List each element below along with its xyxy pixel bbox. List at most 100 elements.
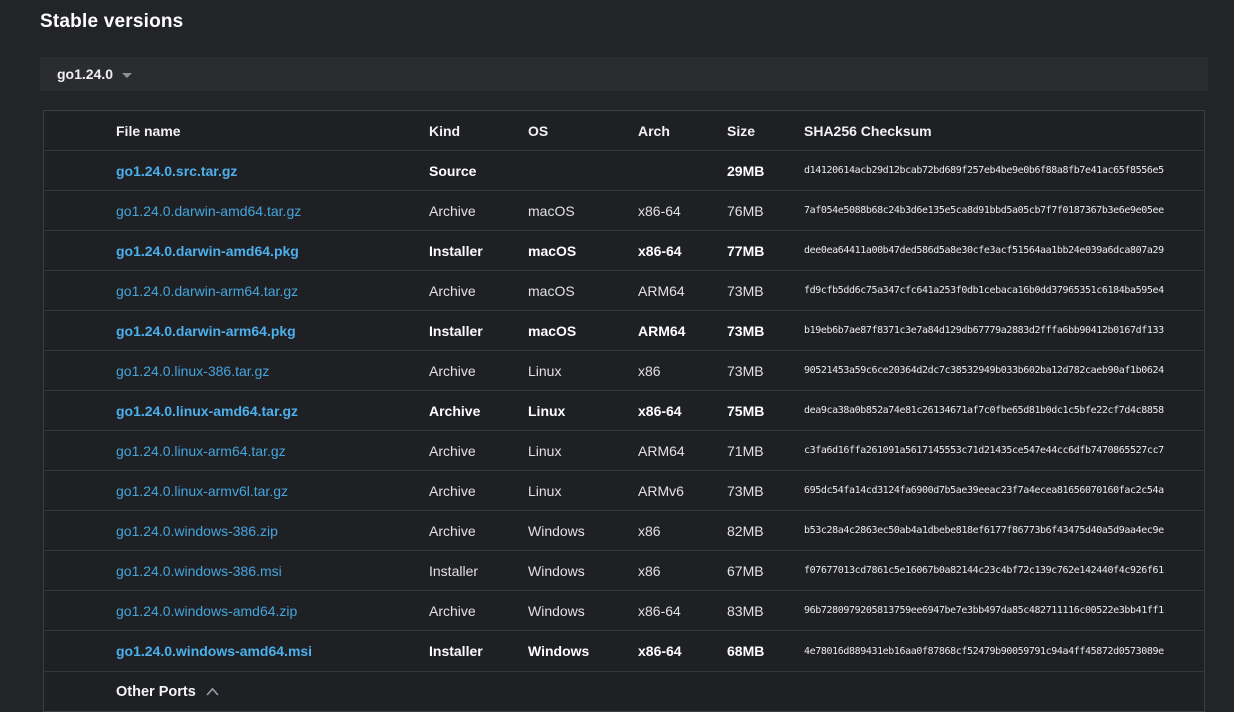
- col-header-size: Size: [727, 123, 804, 139]
- arch-cell: x86: [638, 563, 727, 579]
- file-download-link[interactable]: go1.24.0.darwin-amd64.tar.gz: [116, 203, 301, 219]
- arch-cell: ARM64: [638, 323, 727, 339]
- kind-cell: Archive: [429, 603, 528, 619]
- os-cell: Windows: [528, 643, 638, 659]
- arch-cell: x86-64: [638, 403, 727, 419]
- version-selector-label: go1.24.0: [57, 66, 113, 82]
- size-cell: 73MB: [727, 323, 804, 339]
- file-download-link[interactable]: go1.24.0.src.tar.gz: [116, 163, 237, 179]
- os-cell: Linux: [528, 403, 638, 419]
- os-cell: Windows: [528, 523, 638, 539]
- size-cell: 76MB: [727, 203, 804, 219]
- file-download-link[interactable]: go1.24.0.windows-386.msi: [116, 563, 282, 579]
- sha256-value: b19eb6b7ae87f8371c3e7a84d129db67779a2883…: [804, 325, 1204, 336]
- os-cell: macOS: [528, 323, 638, 339]
- os-cell: Linux: [528, 363, 638, 379]
- sha256-value: 96b7280979205813759ee6947be7e3bb497da85c…: [804, 605, 1204, 616]
- file-download-link[interactable]: go1.24.0.linux-amd64.tar.gz: [116, 403, 298, 419]
- size-cell: 73MB: [727, 283, 804, 299]
- version-selector-toggle[interactable]: go1.24.0: [40, 57, 1208, 91]
- file-download-link[interactable]: go1.24.0.linux-arm64.tar.gz: [116, 443, 286, 459]
- arch-cell: ARMv6: [638, 483, 727, 499]
- col-header-os: OS: [528, 123, 638, 139]
- table-header-row: File name Kind OS Arch Size SHA256 Check…: [44, 111, 1204, 151]
- size-cell: 29MB: [727, 163, 804, 179]
- sha256-value: b53c28a4c2863ec50ab4a1dbebe818ef6177f867…: [804, 525, 1204, 536]
- kind-cell: Installer: [429, 643, 528, 659]
- table-row: go1.24.0.linux-armv6l.tar.gz Archive Lin…: [44, 471, 1204, 511]
- kind-cell: Archive: [429, 443, 528, 459]
- table-row: go1.24.0.linux-amd64.tar.gz Archive Linu…: [44, 391, 1204, 431]
- sha256-value: 4e78016d889431eb16aa0f87868cf52479b90059…: [804, 646, 1204, 657]
- kind-cell: Archive: [429, 403, 528, 419]
- size-cell: 82MB: [727, 523, 804, 539]
- other-ports-label: Other Ports: [116, 684, 196, 700]
- sha256-value: 7af054e5088b68c24b3d6e135e5ca8d91bbd5a05…: [804, 205, 1204, 216]
- file-download-link[interactable]: go1.24.0.windows-amd64.zip: [116, 603, 297, 619]
- sha256-value: dea9ca38a0b852a74e81c26134671af7c0fbe65d…: [804, 405, 1204, 416]
- kind-cell: Source: [429, 163, 528, 179]
- file-download-link[interactable]: go1.24.0.windows-amd64.msi: [116, 643, 312, 659]
- sha256-value: f07677013cd7861c5e16067b0a82144c23c4bf72…: [804, 565, 1204, 576]
- os-cell: Linux: [528, 443, 638, 459]
- table-row: go1.24.0.darwin-amd64.tar.gz Archive mac…: [44, 191, 1204, 231]
- table-row: go1.24.0.darwin-arm64.pkg Installer macO…: [44, 311, 1204, 351]
- col-header-kind: Kind: [429, 123, 528, 139]
- sha256-value: 90521453a59c6ce20364d2dc7c38532949b033b6…: [804, 365, 1204, 376]
- col-header-sha256: SHA256 Checksum: [804, 123, 1204, 139]
- arch-cell: x86-64: [638, 643, 727, 659]
- os-cell: Linux: [528, 483, 638, 499]
- col-header-arch: Arch: [638, 123, 727, 139]
- file-download-link[interactable]: go1.24.0.linux-386.tar.gz: [116, 363, 269, 379]
- file-download-link[interactable]: go1.24.0.darwin-arm64.pkg: [116, 323, 296, 339]
- downloads-table: File name Kind OS Arch Size SHA256 Check…: [43, 110, 1205, 712]
- arch-cell: x86: [638, 363, 727, 379]
- size-cell: 73MB: [727, 483, 804, 499]
- table-row: go1.24.0.windows-amd64.zip Archive Windo…: [44, 591, 1204, 631]
- os-cell: macOS: [528, 243, 638, 259]
- kind-cell: Installer: [429, 563, 528, 579]
- arch-cell: x86-64: [638, 243, 727, 259]
- size-cell: 83MB: [727, 603, 804, 619]
- kind-cell: Installer: [429, 323, 528, 339]
- sha256-value: d14120614acb29d12bcab72bd689f257eb4be9e0…: [804, 165, 1204, 176]
- kind-cell: Installer: [429, 243, 528, 259]
- other-ports-toggle[interactable]: Other Ports: [44, 671, 1204, 711]
- size-cell: 73MB: [727, 363, 804, 379]
- kind-cell: Archive: [429, 283, 528, 299]
- sha256-value: 695dc54fa14cd3124fa6900d7b5ae39eeac23f7a…: [804, 485, 1204, 496]
- col-header-file-name: File name: [116, 123, 429, 139]
- os-cell: macOS: [528, 203, 638, 219]
- file-download-link[interactable]: go1.24.0.darwin-arm64.tar.gz: [116, 283, 298, 299]
- sha256-value: dee0ea64411a00b47ded586d5a8e30cfe3acf515…: [804, 245, 1204, 256]
- table-row: go1.24.0.windows-amd64.msi Installer Win…: [44, 631, 1204, 671]
- os-cell: Windows: [528, 603, 638, 619]
- file-download-link[interactable]: go1.24.0.linux-armv6l.tar.gz: [116, 483, 288, 499]
- table-row: go1.24.0.linux-arm64.tar.gz Archive Linu…: [44, 431, 1204, 471]
- arch-cell: x86-64: [638, 203, 727, 219]
- kind-cell: Archive: [429, 483, 528, 499]
- size-cell: 68MB: [727, 643, 804, 659]
- file-download-link[interactable]: go1.24.0.darwin-amd64.pkg: [116, 243, 299, 259]
- caret-down-icon: [122, 73, 132, 78]
- arch-cell: ARM64: [638, 283, 727, 299]
- size-cell: 71MB: [727, 443, 804, 459]
- table-row: go1.24.0.windows-386.zip Archive Windows…: [44, 511, 1204, 551]
- chevron-up-icon: [206, 687, 219, 696]
- arch-cell: x86: [638, 523, 727, 539]
- table-row: go1.24.0.windows-386.msi Installer Windo…: [44, 551, 1204, 591]
- os-cell: macOS: [528, 283, 638, 299]
- downloads-page: Stable versions go1.24.0 File name Kind …: [0, 0, 1234, 712]
- kind-cell: Archive: [429, 523, 528, 539]
- size-cell: 75MB: [727, 403, 804, 419]
- kind-cell: Archive: [429, 203, 528, 219]
- table-row: go1.24.0.darwin-arm64.tar.gz Archive mac…: [44, 271, 1204, 311]
- table-row: go1.24.0.darwin-amd64.pkg Installer macO…: [44, 231, 1204, 271]
- file-download-link[interactable]: go1.24.0.windows-386.zip: [116, 523, 278, 539]
- os-cell: Windows: [528, 563, 638, 579]
- page-title: Stable versions: [40, 10, 1208, 34]
- table-body: go1.24.0.src.tar.gz Source 29MB d1412061…: [44, 151, 1204, 671]
- arch-cell: ARM64: [638, 443, 727, 459]
- size-cell: 67MB: [727, 563, 804, 579]
- sha256-value: fd9cfb5dd6c75a347cfc641a253f0db1cebaca16…: [804, 285, 1204, 296]
